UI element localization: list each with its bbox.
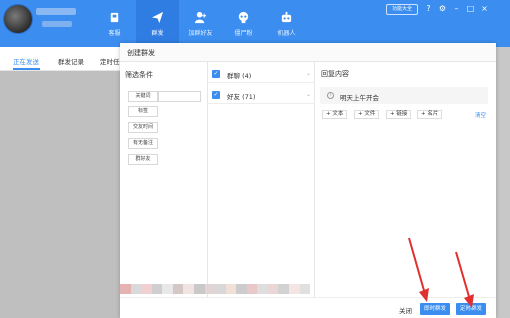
help-icon[interactable]: ? bbox=[424, 4, 433, 13]
gear-icon[interactable]: ⚙ bbox=[438, 4, 447, 13]
add-link-button[interactable]: + 链接 bbox=[386, 110, 412, 119]
active-tab-indicator bbox=[13, 68, 40, 70]
filter-title: 筛选条件 bbox=[125, 71, 153, 79]
minimize-icon[interactable]: – bbox=[452, 4, 461, 13]
filter-panel: 筛选条件 关键词 标签 交友时间 有无备注 群好友 bbox=[120, 62, 208, 297]
tab-sending[interactable]: 正在发送 bbox=[13, 56, 39, 66]
dialog-footer: 关闭 即时群发 定时群发 bbox=[120, 297, 496, 318]
robot-icon bbox=[280, 11, 293, 24]
feature-list-button[interactable]: 功能大全 bbox=[386, 4, 418, 15]
top-bar: 客服 群发 加群好友 僵尸粉 机器人 功能大全 ? ⚙ – □ × bbox=[0, 0, 510, 47]
nav-mass-send[interactable]: 群发 bbox=[136, 0, 179, 47]
create-mass-send-dialog: 创建群发 筛选条件 关键词 标签 交友时间 有无备注 群好友 ✓ 群聊 (4) … bbox=[120, 43, 496, 318]
send-icon bbox=[151, 11, 164, 24]
checkbox-checked[interactable]: ✓ bbox=[212, 70, 220, 78]
background-overlay bbox=[0, 71, 120, 318]
target-list: ✓ 群聊 (4) ⌄ ✓ 好友 (71) ⌄ bbox=[208, 62, 315, 297]
filter-keyword-button[interactable]: 关键词 bbox=[128, 91, 158, 102]
clear-link[interactable]: 清空 bbox=[475, 111, 486, 119]
headset-icon bbox=[108, 11, 121, 24]
dialog-header: 创建群发 bbox=[120, 43, 496, 62]
filter-group-friend-button[interactable]: 群好友 bbox=[128, 154, 158, 165]
tab-bar: 正在发送 群发记录 定时任 bbox=[0, 47, 120, 71]
add-card-button[interactable]: + 名片 bbox=[417, 110, 443, 119]
red-arrow-icon bbox=[455, 251, 474, 308]
filter-tag-button[interactable]: 标签 bbox=[128, 106, 158, 117]
close-button[interactable]: 关闭 bbox=[399, 305, 412, 315]
nav-label: 客服 bbox=[108, 29, 121, 37]
background-overlay-right bbox=[496, 47, 510, 318]
maximize-icon[interactable]: □ bbox=[466, 4, 475, 13]
info-icon: i bbox=[327, 92, 334, 99]
reply-item[interactable]: i 明天上午开会 bbox=[320, 87, 488, 104]
username-blurred bbox=[36, 8, 76, 15]
nav-label: 机器人 bbox=[277, 29, 296, 37]
nav-label: 加群好友 bbox=[188, 29, 213, 37]
red-arrow-icon bbox=[408, 237, 429, 302]
account-id-blurred bbox=[42, 21, 72, 27]
add-user-icon bbox=[194, 11, 207, 24]
list-item[interactable]: ✓ 好友 (71) ⌄ bbox=[208, 86, 315, 104]
group-label: 好友 (71) bbox=[227, 93, 256, 101]
tab-history[interactable]: 群发记录 bbox=[58, 56, 84, 66]
keyword-input[interactable] bbox=[158, 91, 201, 102]
nav-label: 群发 bbox=[151, 29, 164, 37]
nav-label: 僵尸粉 bbox=[234, 29, 253, 37]
nav-zombie-fans[interactable]: 僵尸粉 bbox=[222, 0, 265, 47]
reply-title: 回复内容 bbox=[321, 70, 349, 78]
reply-item-text: 明天上午开会 bbox=[340, 94, 379, 102]
skull-icon bbox=[237, 11, 250, 24]
avatar[interactable] bbox=[3, 4, 33, 34]
mosaic-blur bbox=[120, 284, 311, 294]
group-label: 群聊 (4) bbox=[227, 72, 252, 80]
chevron-down-icon[interactable]: ⌄ bbox=[306, 70, 311, 77]
nav-customer-service[interactable]: 客服 bbox=[93, 0, 136, 47]
nav-robot[interactable]: 机器人 bbox=[265, 0, 308, 47]
checkbox-checked[interactable]: ✓ bbox=[212, 91, 220, 99]
add-file-button[interactable]: + 文件 bbox=[354, 110, 380, 119]
filter-friend-time-button[interactable]: 交友时间 bbox=[128, 122, 158, 133]
list-item[interactable]: ✓ 群聊 (4) ⌄ bbox=[208, 65, 315, 83]
tab-scheduled[interactable]: 定时任 bbox=[100, 56, 120, 66]
filter-remark-button[interactable]: 有无备注 bbox=[128, 138, 158, 149]
add-text-button[interactable]: + 文本 bbox=[322, 110, 348, 119]
close-icon[interactable]: × bbox=[480, 4, 489, 13]
dialog-title: 创建群发 bbox=[127, 49, 155, 57]
chevron-down-icon[interactable]: ⌄ bbox=[306, 91, 311, 98]
nav-add-friends[interactable]: 加群好友 bbox=[179, 0, 222, 47]
main-nav: 客服 群发 加群好友 僵尸粉 机器人 bbox=[93, 0, 308, 47]
